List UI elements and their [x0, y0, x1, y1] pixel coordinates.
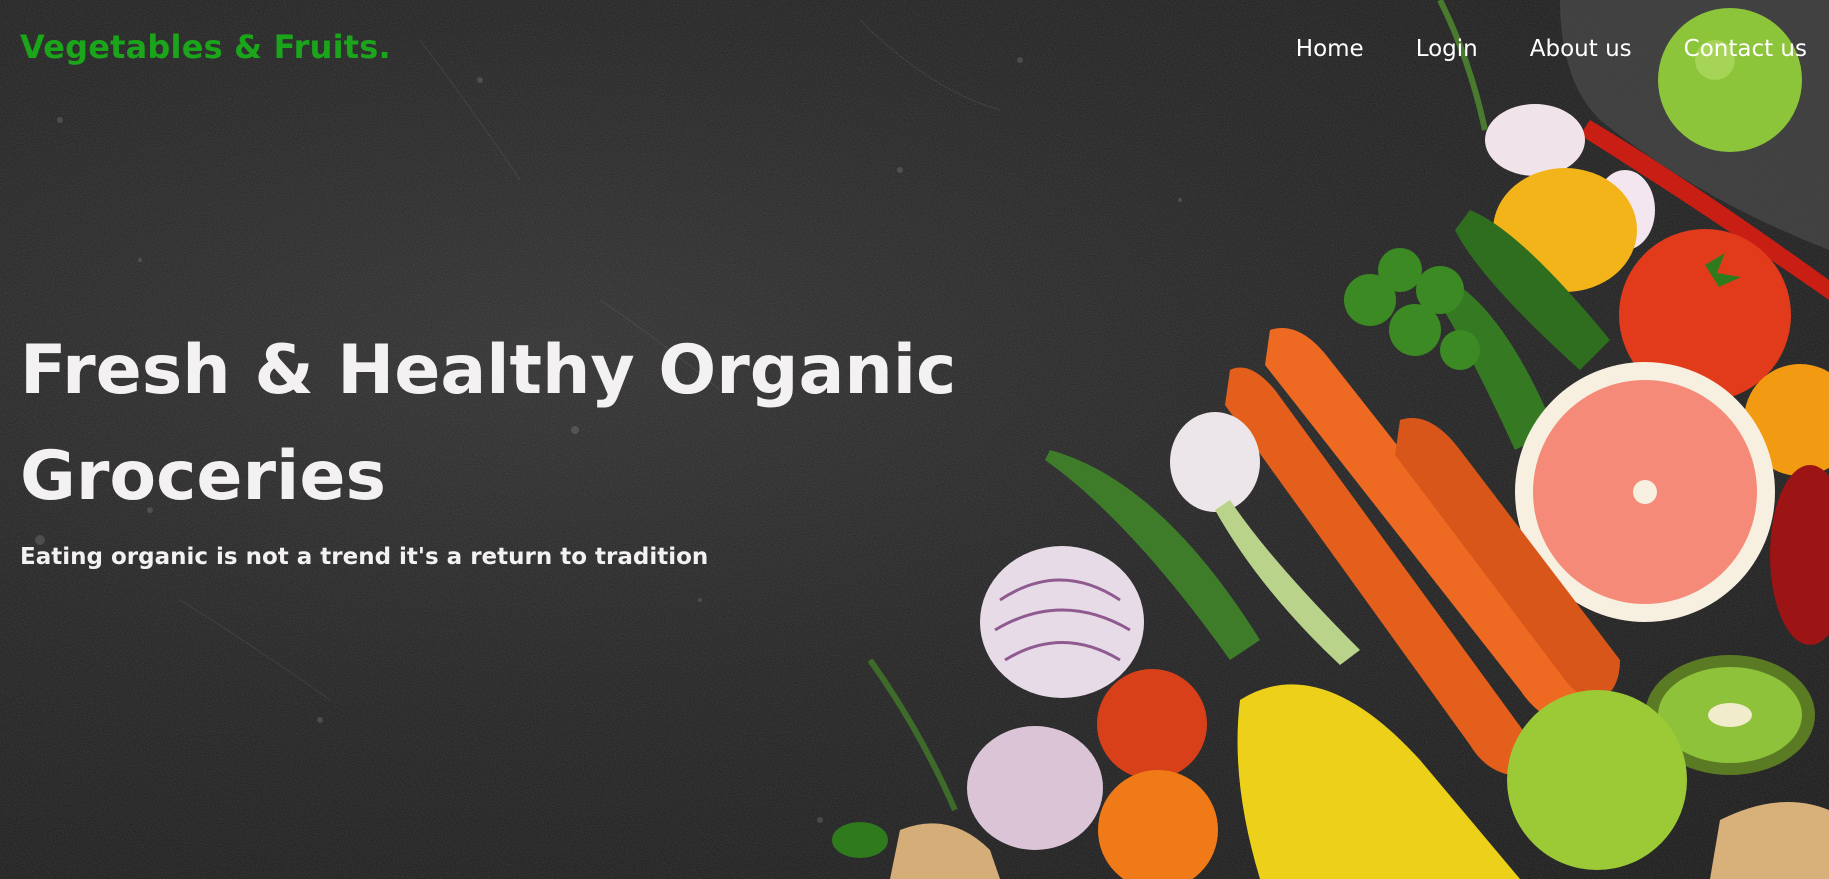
- nav-item-about-us[interactable]: About us: [1530, 36, 1632, 62]
- hero-headline: Fresh & Healthy Organic Groceries: [20, 331, 957, 516]
- nav-item-home[interactable]: Home: [1296, 36, 1364, 62]
- main-navigation: Home Login About us Contact us: [1244, 36, 1807, 62]
- nav-item-login[interactable]: Login: [1416, 36, 1478, 62]
- brand-logo[interactable]: Vegetables & Fruits.: [20, 28, 391, 66]
- hero-tagline: Eating organic is not a trend it's a ret…: [20, 544, 709, 570]
- hero-section: Vegetables & Fruits. Home Login About us…: [0, 0, 1829, 879]
- nav-item-contact-us[interactable]: Contact us: [1684, 36, 1807, 62]
